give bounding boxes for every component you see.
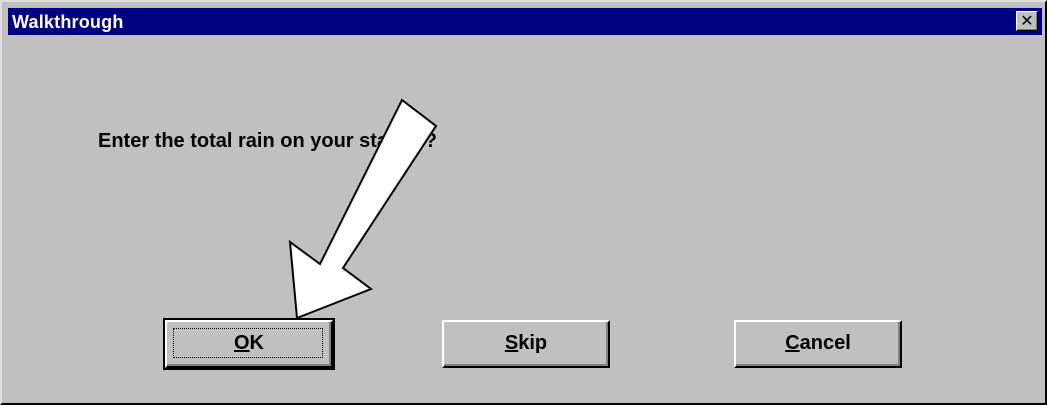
title-bar[interactable]: Walkthrough ✕: [8, 8, 1042, 35]
walkthrough-dialog: Walkthrough ✕ Enter the total rain on yo…: [0, 0, 1047, 405]
skip-accelerator: S: [504, 332, 519, 354]
ok-button-label: OK: [234, 332, 264, 354]
cancel-button[interactable]: Cancel: [734, 320, 902, 368]
skip-button-label: Skip: [505, 332, 547, 354]
skip-button[interactable]: Skip: [442, 320, 610, 368]
close-icon: ✕: [1020, 11, 1034, 30]
prompt-text: Enter the total rain on your station?: [98, 130, 437, 152]
skip-label-rest: kip: [518, 332, 548, 354]
close-button[interactable]: ✕: [1016, 11, 1038, 31]
cancel-button-label: Cancel: [785, 332, 851, 354]
cancel-label-rest: ancel: [799, 332, 851, 354]
ok-label-rest: K: [249, 332, 264, 354]
ok-button[interactable]: OK: [163, 318, 335, 370]
window-title: Walkthrough: [12, 12, 124, 32]
cancel-accelerator: C: [785, 332, 800, 354]
ok-accelerator: O: [233, 332, 250, 354]
